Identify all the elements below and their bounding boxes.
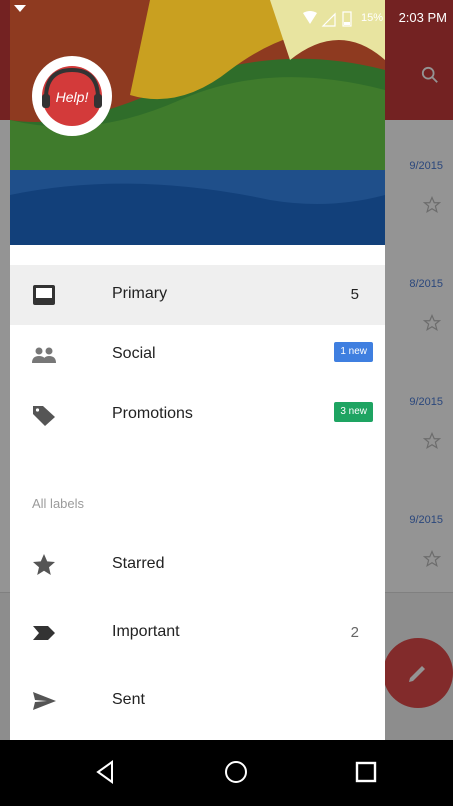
- battery-percent: 15%: [360, 12, 383, 24]
- tag-icon: [33, 406, 55, 426]
- clock: 2:03 PM: [398, 10, 447, 25]
- inbox-icon: [33, 285, 55, 305]
- drawer-item-important[interactable]: Important 2: [10, 603, 385, 663]
- new-badge: 3 new: [334, 402, 373, 422]
- drawer-item-label: Starred: [112, 555, 165, 572]
- drawer-item-label: Primary: [112, 285, 168, 302]
- unread-count: 2: [350, 624, 359, 641]
- drawer-item-social[interactable]: Social 1 new: [10, 325, 385, 385]
- back-icon[interactable]: [90, 756, 122, 788]
- help-logo: Help!: [42, 66, 102, 126]
- people-icon: [32, 347, 56, 363]
- drawer-item-label: Important: [112, 623, 180, 640]
- drawer-item-starred[interactable]: Starred: [10, 535, 385, 595]
- drawer-item-label: Sent: [112, 691, 145, 708]
- important-icon: [33, 626, 55, 640]
- new-badge: 1 new: [334, 342, 373, 362]
- drawer-item-sent[interactable]: Sent: [10, 671, 385, 731]
- logo-text: Help!: [56, 89, 89, 105]
- drawer-item-promotions[interactable]: Promotions 3 new: [10, 385, 385, 445]
- recents-icon[interactable]: [350, 756, 382, 788]
- drawer-item-label: Promotions: [112, 405, 193, 422]
- drawer-item-label: Social: [112, 345, 156, 362]
- drawer-item-primary[interactable]: Primary 5: [10, 265, 385, 325]
- star-icon: [33, 554, 55, 575]
- send-icon: [33, 692, 56, 710]
- home-icon[interactable]: [220, 756, 252, 788]
- status-bar: 15% 2:03 PM: [0, 0, 453, 38]
- wifi-signal-battery-icons: [303, 11, 352, 27]
- account-avatar[interactable]: Help!: [32, 56, 112, 136]
- unread-count: 5: [350, 286, 359, 303]
- navigation-drawer: Help! Primary 5 Social 1 new Promotions …: [10, 0, 385, 740]
- system-navigation-bar: [0, 740, 453, 806]
- section-header: All labels: [32, 496, 85, 511]
